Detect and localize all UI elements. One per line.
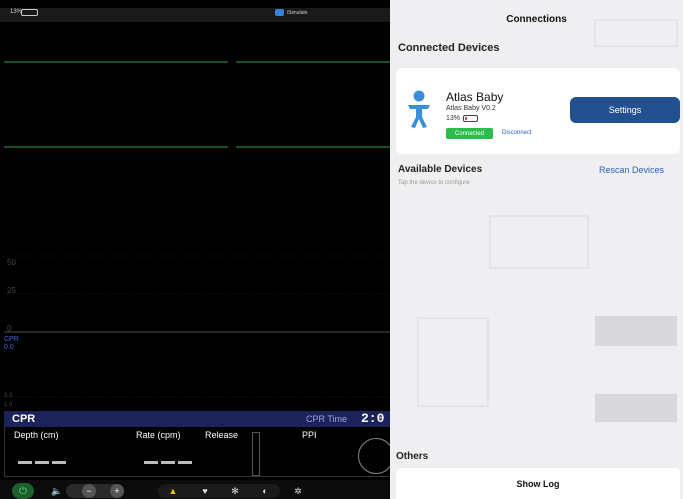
gear-icon[interactable]: ✲ xyxy=(291,484,305,498)
available-devices-hint: Tap the device to configure xyxy=(398,180,470,186)
cpr-time-label: CPR Time xyxy=(306,414,348,424)
connected-status-badge: Connected xyxy=(446,128,493,139)
ppi-indicator xyxy=(358,438,394,474)
grid-label-0: 0 xyxy=(7,324,12,333)
patient-monitor: 50 25 0 CPR 0.0 3.3 1.0 CPR CPR Time 2:0… xyxy=(0,0,400,499)
others-heading: Others xyxy=(396,451,429,462)
show-log-button[interactable]: Show Log xyxy=(396,468,680,499)
power-icon[interactable]: ⏻ xyxy=(12,483,34,499)
cpr-metrics-panel xyxy=(4,427,400,477)
scale-bottom-label: 1.0 xyxy=(4,402,13,408)
grid-label-50: 50 xyxy=(7,258,16,267)
app-icon xyxy=(275,9,284,16)
device-version: Atlas Baby V0.2 xyxy=(446,105,496,112)
cpr-time-value: 2:0 xyxy=(361,411,385,426)
rate-value-placeholder xyxy=(144,461,192,464)
cpr-trace-label: CPR xyxy=(4,336,19,343)
cpr-trace-value: 0.0 xyxy=(4,344,14,351)
rate-label: Rate (cpm) xyxy=(136,430,181,440)
rescan-devices-button[interactable]: Rescan Devices xyxy=(599,165,664,175)
disconnect-link[interactable]: Disconnect xyxy=(502,130,532,136)
bell-icon[interactable]: ▲ xyxy=(166,484,180,498)
release-bar xyxy=(252,432,260,476)
connected-devices-heading: Connected Devices xyxy=(398,42,500,54)
volume-icon[interactable]: 🔈 xyxy=(50,484,64,498)
release-label: Release xyxy=(205,430,239,440)
grid-label-25: 25 xyxy=(7,286,16,295)
battery-icon xyxy=(463,115,479,122)
settings-button[interactable]: Settings xyxy=(570,97,680,123)
device-battery: 13% xyxy=(446,115,479,122)
contrast-icon[interactable]: ◐ xyxy=(258,484,272,498)
waveform-area xyxy=(4,61,400,398)
baby-icon xyxy=(408,90,430,128)
depth-label: Depth (cm) xyxy=(14,430,59,440)
app-indicator: iSimulate xyxy=(275,9,308,16)
ppi-label: PPI xyxy=(302,430,317,440)
available-devices-heading: Available Devices xyxy=(398,164,483,175)
app-window: 50 25 0 CPR 0.0 3.3 1.0 CPR CPR Time 2:0… xyxy=(0,0,683,499)
heart-icon[interactable]: ♥ xyxy=(198,484,212,498)
connections-panel: Connections Connected Devices Atlas Baby… xyxy=(390,0,683,499)
depth-value-placeholder xyxy=(18,461,66,464)
snowflake-icon[interactable]: ✻ xyxy=(228,484,242,498)
device-name: Atlas Baby xyxy=(446,90,504,104)
battery-icon xyxy=(21,9,38,16)
device-battery-percent: 13% xyxy=(446,115,461,122)
minus-icon[interactable]: − xyxy=(82,484,96,498)
plus-icon[interactable]: + xyxy=(110,484,124,498)
cpr-panel-title: CPR xyxy=(12,413,36,425)
scale-top-label: 3.3 xyxy=(4,393,13,399)
device-card: Atlas Baby Atlas Baby V0.2 13% Connected… xyxy=(396,68,680,154)
panel-title: Connections xyxy=(506,14,567,25)
app-name: iSimulate xyxy=(287,9,308,16)
